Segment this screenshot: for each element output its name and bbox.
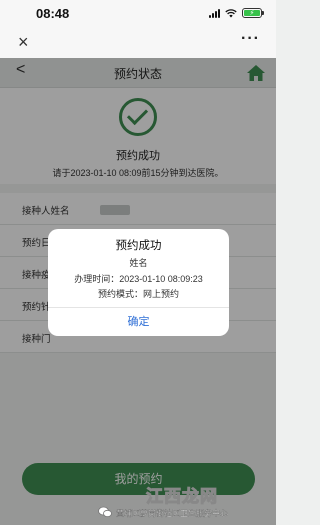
phone-screen: 08:48 ⚡ × ··· < 预约状态 预约成功 请于2023-01-10 0… (0, 0, 276, 525)
status-time: 08:48 (36, 6, 70, 21)
wechat-icon (98, 506, 112, 518)
confirm-button[interactable]: 确定 (48, 308, 229, 336)
status-bar: 08:48 ⚡ (0, 0, 276, 28)
browser-bar: × ··· (0, 28, 276, 58)
close-icon[interactable]: × (18, 32, 29, 52)
status-icons: ⚡ (209, 8, 264, 18)
signal-icon (209, 8, 220, 18)
dialog-title: 预约成功 (115, 240, 162, 252)
watermark-text: 黄埔区萝岗街社区卫生服务中心 (116, 509, 228, 518)
dialog-time-line: 办理时间：2023-01-10 08:09:23 (74, 274, 203, 284)
dialog-mode-line: 预约模式：网上预约 (97, 289, 179, 299)
wifi-icon (225, 8, 237, 17)
dialog-name-line: 姓名 (129, 258, 148, 268)
success-dialog: 预约成功 姓名 办理时间：2023-01-10 08:09:23 预约模式：网上… (48, 229, 229, 336)
watermark-logo: 江西龙网 (146, 487, 218, 507)
battery-icon: ⚡ (242, 8, 264, 18)
more-options-icon[interactable]: ··· (241, 30, 260, 48)
watermark: 江西龙网 黄埔区萝岗街社区卫生服务中心 (98, 486, 276, 523)
